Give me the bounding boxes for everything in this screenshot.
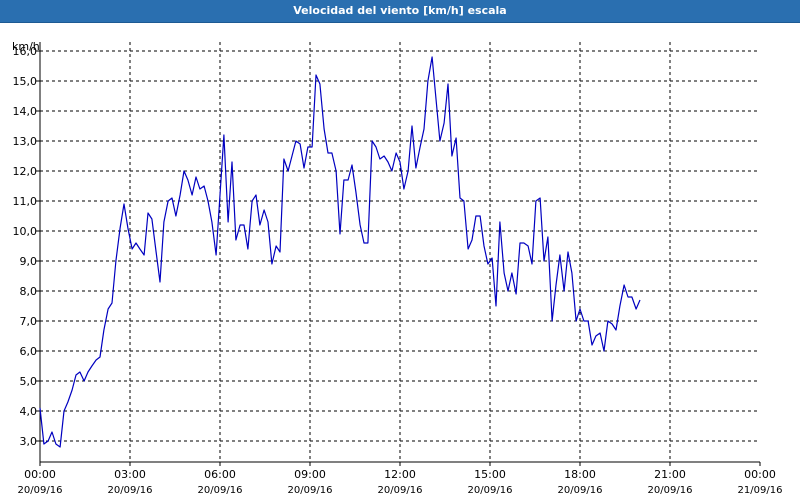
x-tick-date-label: 20/09/16 bbox=[378, 485, 423, 496]
x-tick-time-label: 00:00 bbox=[24, 468, 56, 481]
y-tick-label: 13,0 bbox=[13, 135, 38, 148]
y-tick-label: 5,0 bbox=[20, 375, 38, 388]
y-axis-unit-label: km/h bbox=[12, 40, 40, 53]
y-tick-label: 6,0 bbox=[20, 345, 38, 358]
x-tick-time-label: 03:00 bbox=[114, 468, 146, 481]
y-tick-label: 11,0 bbox=[13, 195, 38, 208]
x-tick-date-label: 20/09/16 bbox=[108, 485, 153, 496]
y-tick-label: 7,0 bbox=[20, 315, 38, 328]
chart-window: Velocidad del viento [km/h] escala 3,0 4,… bbox=[0, 0, 800, 500]
x-tick-date-label: 21/09/16 bbox=[738, 485, 783, 496]
x-tick-time-label: 21:00 bbox=[654, 468, 686, 481]
y-tick-label: 10,0 bbox=[13, 225, 38, 238]
wind-speed-chart: 3,0 4,0 5,0 6,0 7,0 8,0 9,0 10,0 11,0 12,0 13,0 14,… bbox=[12, 40, 783, 496]
x-axis-ticks: 00:00 20/09/16 03:00 20/09/16 06:00 20/09/16 0… bbox=[18, 462, 783, 496]
x-tick-time-label: 18:00 bbox=[564, 468, 596, 481]
y-tick-label: 4,0 bbox=[20, 405, 38, 418]
x-tick-date-label: 20/09/16 bbox=[558, 485, 603, 496]
x-tick-time-label: 09:00 bbox=[294, 468, 326, 481]
y-tick-label: 3,0 bbox=[20, 435, 38, 448]
y-axis-ticks: 3,0 4,0 5,0 6,0 7,0 8,0 9,0 10,0 11,0 12,0 13,0 14,… bbox=[13, 45, 40, 448]
grid-lines bbox=[40, 42, 760, 462]
x-tick-time-label: 06:00 bbox=[204, 468, 236, 481]
y-tick-label: 14,0 bbox=[13, 105, 38, 118]
x-tick-time-label: 00:00 bbox=[744, 468, 776, 481]
y-tick-label: 15,0 bbox=[13, 75, 38, 88]
x-tick-time-label: 12:00 bbox=[384, 468, 416, 481]
x-tick-time-label: 15:00 bbox=[474, 468, 506, 481]
y-tick-label: 12,0 bbox=[13, 165, 38, 178]
x-tick-date-label: 20/09/16 bbox=[18, 485, 63, 496]
x-tick-date-label: 20/09/16 bbox=[288, 485, 333, 496]
x-tick-date-label: 20/09/16 bbox=[648, 485, 693, 496]
x-tick-date-label: 20/09/16 bbox=[468, 485, 513, 496]
y-tick-label: 8,0 bbox=[20, 285, 38, 298]
y-tick-label: 9,0 bbox=[20, 255, 38, 268]
x-tick-date-label: 20/09/16 bbox=[198, 485, 243, 496]
